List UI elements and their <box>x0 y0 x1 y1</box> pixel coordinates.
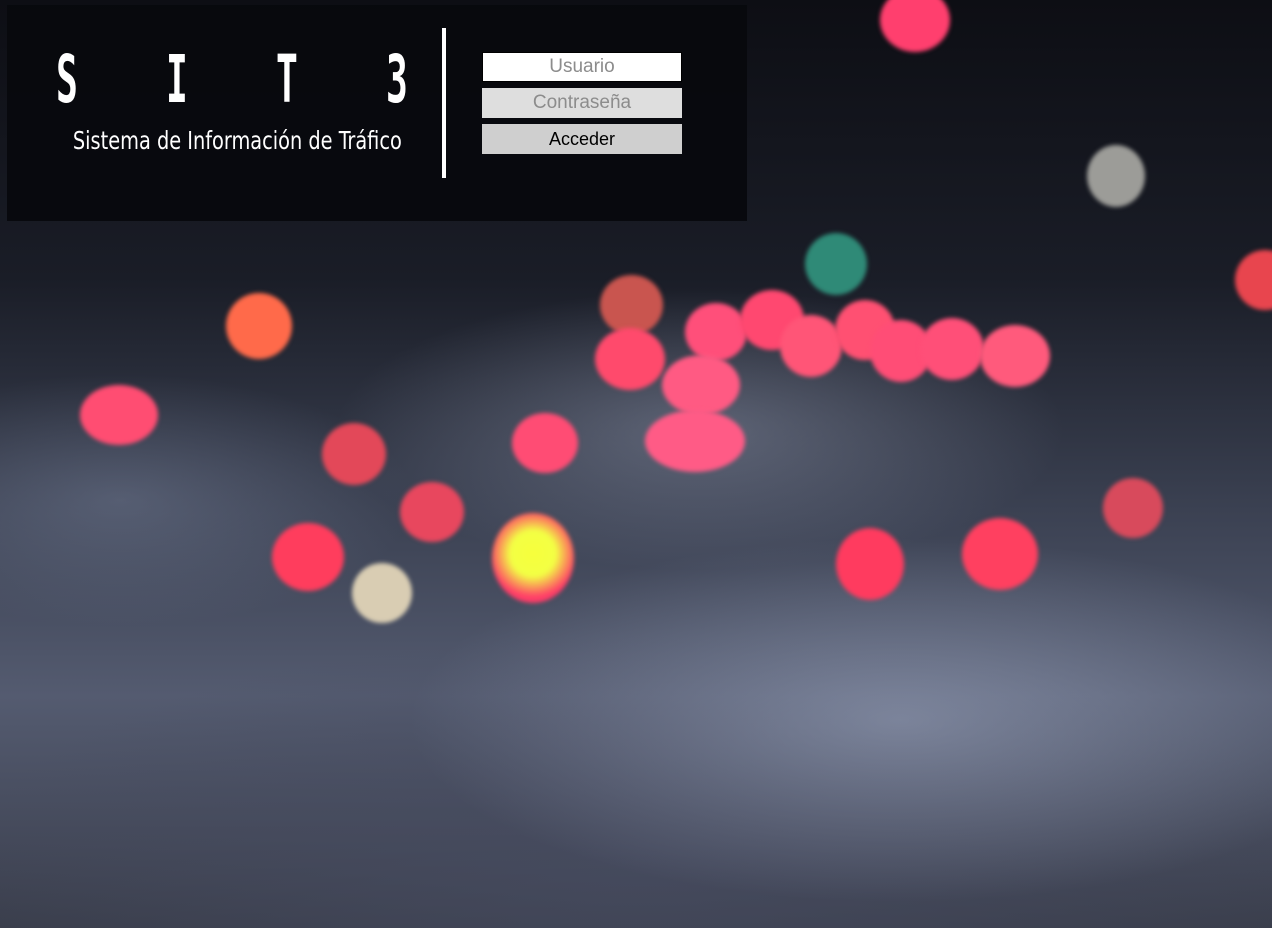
bokeh-light <box>920 318 984 380</box>
bokeh-light <box>512 413 578 473</box>
bokeh-light <box>1103 478 1163 538</box>
bokeh-light <box>836 528 904 600</box>
bokeh-light <box>600 275 663 335</box>
bokeh-light <box>322 423 386 485</box>
bokeh-light <box>272 523 344 591</box>
bokeh-light <box>645 410 745 472</box>
bokeh-light <box>400 482 464 542</box>
bokeh-light <box>980 325 1050 387</box>
app-logo: S I T 3 <box>47 47 417 113</box>
bokeh-light <box>662 355 740 415</box>
username-input[interactable] <box>482 52 682 82</box>
login-button[interactable]: Acceder <box>482 124 682 154</box>
app-subtitle: Sistema de Información de Tráfico <box>72 126 402 155</box>
logo-letter: T <box>276 41 298 118</box>
password-input[interactable] <box>482 88 682 118</box>
bokeh-light <box>685 303 747 361</box>
bokeh-light <box>352 563 412 623</box>
logo-letter: I <box>166 41 188 118</box>
bokeh-light <box>805 233 867 295</box>
bokeh-light <box>1235 250 1272 310</box>
login-header-panel: S I T 3 Sistema de Información de Tráfic… <box>7 5 747 221</box>
bokeh-light <box>880 0 950 52</box>
bokeh-light <box>492 513 574 603</box>
logo-letter: 3 <box>386 41 409 118</box>
bokeh-light <box>962 518 1038 590</box>
vertical-divider <box>442 28 446 178</box>
bokeh-light <box>780 315 842 377</box>
bokeh-light <box>1087 145 1145 207</box>
bokeh-light <box>226 293 292 359</box>
logo-letter: S <box>55 41 78 118</box>
bokeh-light <box>595 328 665 390</box>
bokeh-light <box>80 385 158 445</box>
